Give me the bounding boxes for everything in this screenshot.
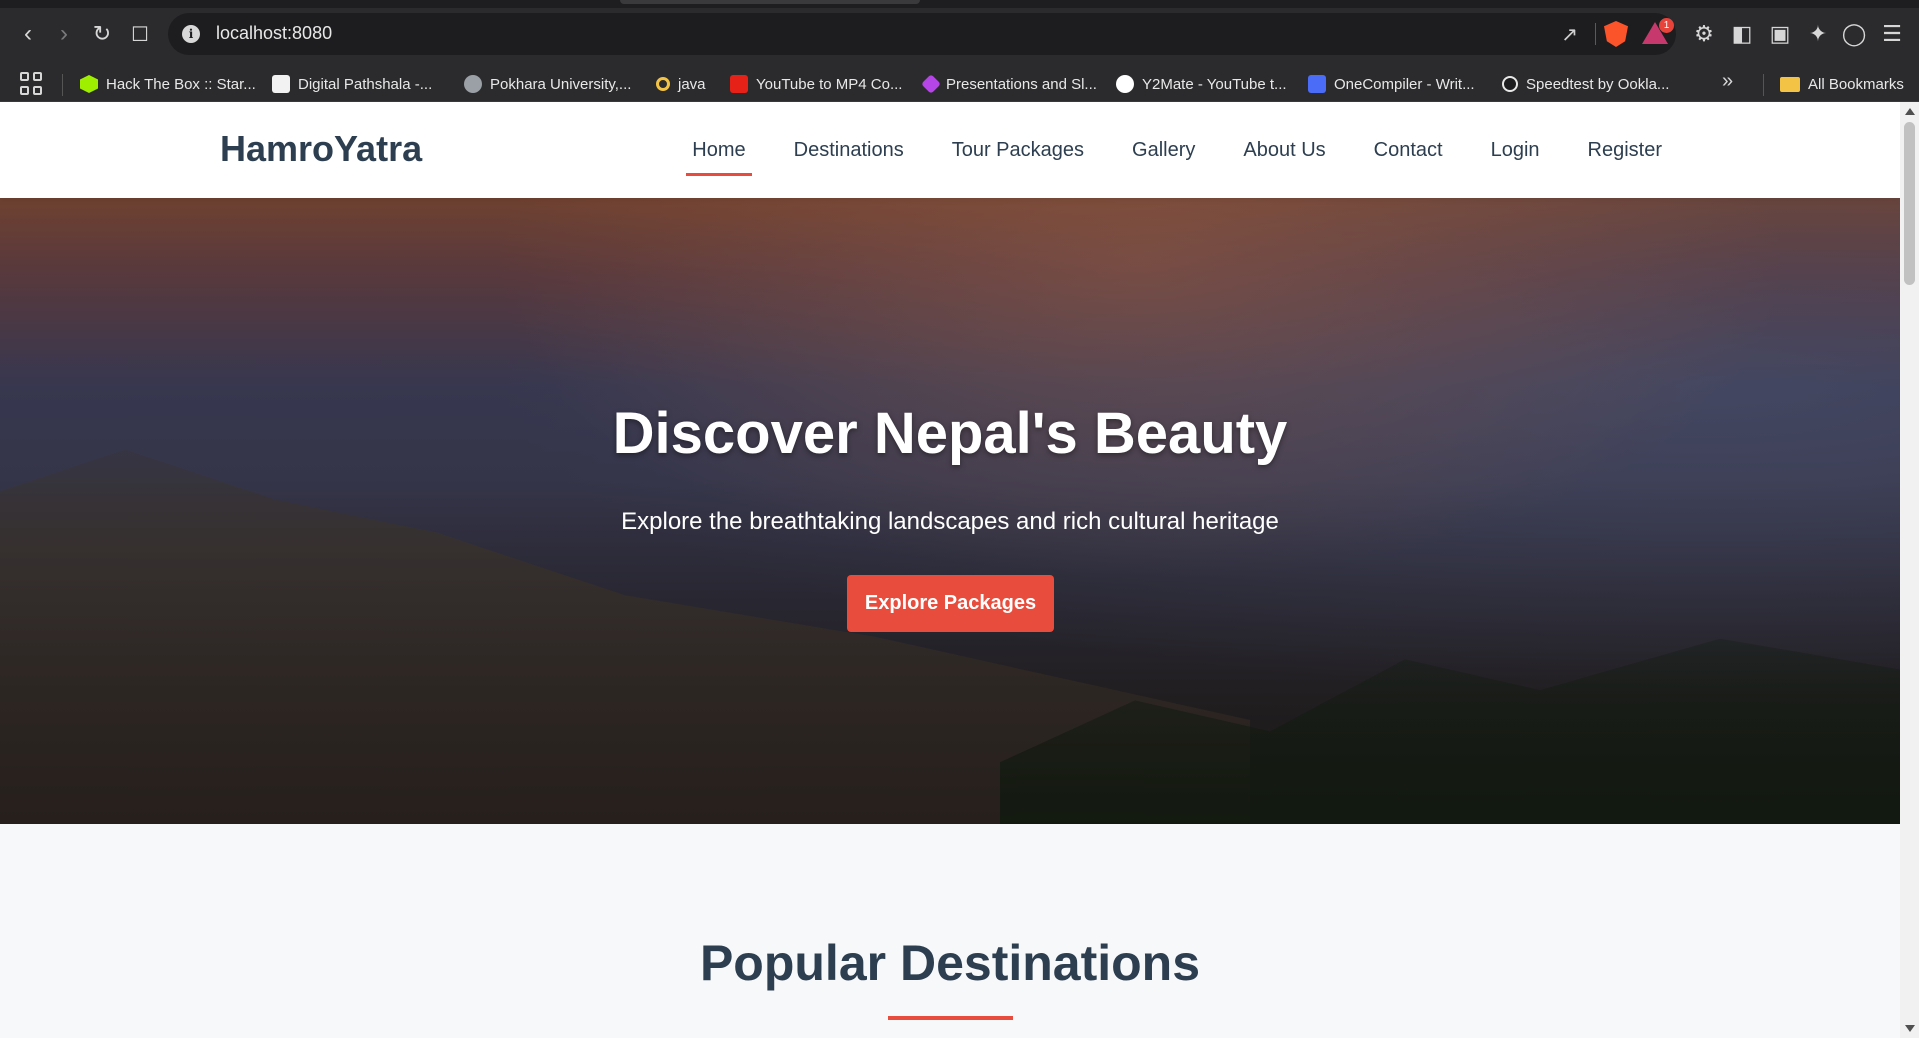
bookmark-label: Presentations and Sl... (946, 75, 1097, 93)
bookmarks-divider (62, 74, 63, 96)
digital-pathshala-icon (272, 75, 290, 93)
notification-badge: 1 (1659, 18, 1674, 33)
url-text[interactable]: localhost:8080 (216, 23, 332, 44)
apps-icon[interactable] (20, 72, 44, 96)
bookmark-label: Pokhara University,... (490, 75, 632, 93)
vpn-icon[interactable]: ◯ (1840, 20, 1868, 48)
extensions-icon[interactable]: ⚙ (1690, 20, 1718, 48)
nav-login[interactable]: Login (1485, 131, 1546, 170)
main-nav: Home Destinations Tour Packages Gallery … (686, 102, 1668, 198)
bookmark-label: Speedtest by Ookla... (1526, 75, 1670, 93)
code-icon (1308, 75, 1326, 93)
bookmark-onecompiler[interactable]: OneCompiler - Writ... (1308, 66, 1475, 102)
nav-register[interactable]: Register (1582, 131, 1668, 170)
bookmark-pokhara-university[interactable]: Pokhara University,... (464, 66, 631, 102)
forward-icon[interactable]: › (48, 18, 80, 50)
address-divider (1595, 23, 1596, 45)
nav-contact[interactable]: Contact (1368, 131, 1449, 170)
sidebar-icon[interactable]: ◧ (1728, 20, 1756, 48)
nav-home[interactable]: Home (686, 131, 753, 176)
bookmark-icon[interactable]: ☐ (124, 18, 156, 50)
bookmarks-bar: Hack The Box :: Star... Digital Pathshal… (0, 66, 1919, 102)
youtube-converter-icon (730, 75, 748, 93)
site-logo[interactable]: HamroYatra (220, 128, 422, 170)
hero-title: Discover Nepal's Beauty (612, 401, 1288, 466)
all-bookmarks-label: All Bookmarks (1808, 75, 1904, 93)
bookmark-java[interactable]: java (656, 66, 706, 102)
bookmark-youtube-to-mp4[interactable]: YouTube to MP4 Co... (730, 66, 902, 102)
speedtest-icon (1502, 76, 1518, 92)
bookmark-label: java (678, 75, 706, 93)
chevron-double-right-icon[interactable]: » (1722, 70, 1733, 93)
globe-icon (464, 75, 482, 93)
site-info-icon[interactable]: i (182, 25, 200, 43)
bookmark-label: YouTube to MP4 Co... (756, 75, 903, 93)
folder-icon (1780, 76, 1800, 92)
bookmark-label: Hack The Box :: Star... (106, 75, 256, 93)
hero-section: Discover Nepal's Beauty Explore the brea… (0, 198, 1900, 824)
bookmark-digital-pathshala[interactable]: Digital Pathshala -... (272, 66, 432, 102)
java-icon (656, 77, 670, 91)
site-header: HamroYatra Home Destinations Tour Packag… (0, 102, 1900, 198)
presentations-icon (921, 74, 941, 94)
active-tab-indicator[interactable] (620, 0, 920, 4)
bookmark-speedtest[interactable]: Speedtest by Ookla... (1502, 66, 1669, 102)
popular-destinations-title: Popular Destinations (699, 935, 1201, 991)
scroll-up-icon[interactable] (1905, 108, 1915, 115)
tab-strip (0, 0, 1919, 8)
page-scrollbar[interactable] (1900, 102, 1919, 1038)
title-underline (888, 1016, 1013, 1020)
all-bookmarks[interactable]: All Bookmarks (1780, 66, 1904, 102)
bookmark-label: Y2Mate - YouTube t... (1142, 75, 1287, 93)
nav-about-us[interactable]: About Us (1237, 131, 1331, 170)
nav-gallery[interactable]: Gallery (1126, 131, 1201, 170)
bookmark-y2mate[interactable]: Y2Mate - YouTube t... (1116, 66, 1287, 102)
reload-icon[interactable]: ↻ (86, 18, 118, 50)
browser-toolbar: ‹ › ↻ ☐ i localhost:8080 ↗ 1 ⚙ ◧ ▣ ✦ ◯ ☰ (0, 0, 1919, 66)
nav-destinations[interactable]: Destinations (788, 131, 910, 170)
scrollbar-thumb[interactable] (1904, 122, 1915, 285)
bookmark-presentations[interactable]: Presentations and Sl... (921, 66, 1097, 102)
bookmark-label: Digital Pathshala -... (298, 75, 433, 93)
browser-window: ‹ › ↻ ☐ i localhost:8080 ↗ 1 ⚙ ◧ ▣ ✦ ◯ ☰… (0, 0, 1919, 1038)
brave-shields-icon[interactable] (1604, 21, 1628, 47)
share-icon[interactable]: ↗ (1561, 22, 1578, 47)
menu-icon[interactable]: ☰ (1878, 20, 1906, 48)
explore-packages-button[interactable]: Explore Packages (847, 575, 1054, 632)
hero-subtitle: Explore the breathtaking landscapes and … (621, 508, 1279, 535)
nav-tour-packages[interactable]: Tour Packages (946, 131, 1090, 170)
web-page: HamroYatra Home Destinations Tour Packag… (0, 102, 1900, 1038)
leo-ai-icon[interactable]: ✦ (1804, 20, 1832, 48)
address-bar[interactable]: i localhost:8080 ↗ 1 (168, 13, 1676, 55)
bookmarks-divider (1763, 74, 1764, 96)
bookmark-hackthebox[interactable]: Hack The Box :: Star... (80, 66, 256, 102)
y2mate-icon (1116, 75, 1134, 93)
scroll-down-icon[interactable] (1905, 1025, 1915, 1032)
hackthebox-icon (80, 75, 98, 93)
back-icon[interactable]: ‹ (12, 18, 44, 50)
bookmark-label: OneCompiler - Writ... (1334, 75, 1475, 93)
wallet-icon[interactable]: ▣ (1766, 20, 1794, 48)
